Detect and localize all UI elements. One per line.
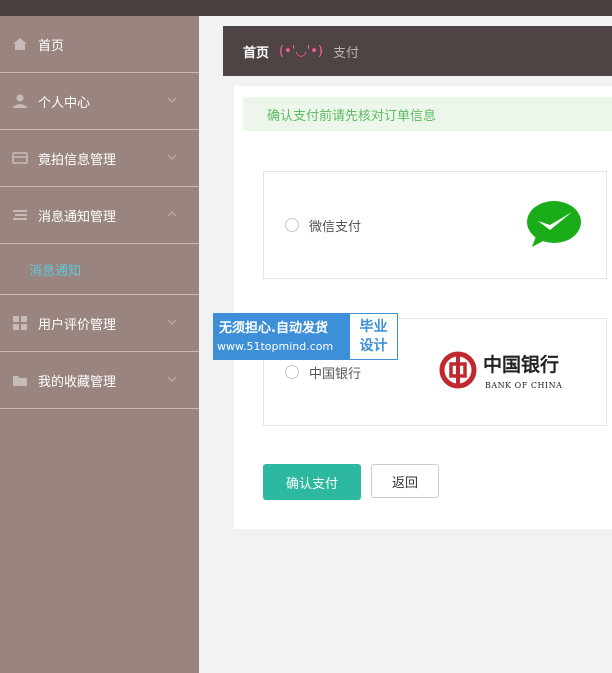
- card-icon: [12, 150, 28, 166]
- notice-banner: 确认支付前请先核对订单信息: [243, 97, 612, 131]
- wechat-radio[interactable]: [285, 218, 299, 232]
- sidebar-item-my-favorites[interactable]: 我的收藏管理: [0, 352, 199, 409]
- folder-icon: [12, 372, 28, 388]
- boc-logo-cn: 中国银行: [483, 353, 559, 376]
- sidebar-item-message-notice[interactable]: 消息通知管理: [0, 187, 199, 244]
- sidebar-subitem-label: 消息通知: [29, 263, 82, 279]
- breadcrumb: 首页 (•'◡'•) 支付: [223, 26, 612, 76]
- chevron-down-icon: [167, 154, 177, 160]
- chevron-down-icon: [167, 97, 177, 103]
- payment-panel: 确认支付前请先核对订单信息 微信支付 中国银行 中国银行 BANK OF CHI…: [234, 86, 612, 529]
- notice-text: 确认支付前请先核对订单信息: [267, 108, 437, 124]
- watermark-right-line2: 设计: [359, 337, 388, 354]
- chevron-down-icon: [167, 376, 177, 382]
- boc-radio[interactable]: [285, 365, 299, 379]
- sidebar-item-user-review[interactable]: 用户评价管理: [0, 295, 199, 352]
- sidebar-item-label: 个人中心: [38, 95, 91, 111]
- breadcrumb-separator: (•'◡'•): [279, 43, 323, 59]
- sidebar-item-label: 竟拍信息管理: [38, 152, 117, 168]
- sidebar-item-label: 用户评价管理: [38, 317, 117, 333]
- sidebar-item-label: 消息通知管理: [38, 209, 117, 225]
- sidebar-item-label: 我的收藏管理: [38, 374, 117, 390]
- wechat-label: 微信支付: [309, 219, 362, 235]
- watermark-line2: www.51topmind.com: [217, 339, 334, 353]
- breadcrumb-home[interactable]: 首页: [243, 42, 269, 61]
- chevron-down-icon: [167, 319, 177, 325]
- top-bar: [0, 0, 612, 16]
- sidebar-item-home[interactable]: 首页: [0, 16, 199, 73]
- confirm-payment-button[interactable]: 确认支付: [263, 464, 361, 500]
- sidebar: 首页 个人中心 竟拍信息管理 消息通知管理 消息通知 用户评价管理 我的收藏管理: [0, 16, 199, 673]
- sidebar-subitem-message[interactable]: 消息通知: [0, 244, 199, 295]
- boc-label: 中国银行: [309, 366, 362, 382]
- watermark-right: 毕业 设计: [349, 313, 398, 360]
- chevron-up-icon: [167, 211, 177, 217]
- watermark: 无须担心.自动发货 www.51topmind.com 毕业 设计: [213, 313, 398, 360]
- watermark-left: 无须担心.自动发货 www.51topmind.com: [213, 313, 349, 360]
- list-icon: [12, 207, 28, 223]
- back-button[interactable]: 返回: [371, 464, 439, 498]
- breadcrumb-current: 支付: [333, 45, 360, 61]
- wechat-logo-icon: [527, 201, 581, 247]
- user-icon: [12, 93, 28, 109]
- sidebar-item-label: 首页: [38, 38, 65, 54]
- watermark-line1: 无须担心.自动发货: [219, 320, 328, 336]
- payment-option-wechat[interactable]: 微信支付: [263, 171, 607, 279]
- watermark-right-line1: 毕业: [359, 318, 388, 335]
- home-icon: [12, 36, 28, 52]
- sidebar-item-personal-center[interactable]: 个人中心: [0, 73, 199, 130]
- sidebar-item-auction-info[interactable]: 竟拍信息管理: [0, 130, 199, 187]
- bank-of-china-logo: 中国银行 BANK OF CHINA: [439, 351, 562, 390]
- boc-logo-en: BANK OF CHINA: [485, 381, 562, 390]
- grid-icon: [12, 315, 28, 331]
